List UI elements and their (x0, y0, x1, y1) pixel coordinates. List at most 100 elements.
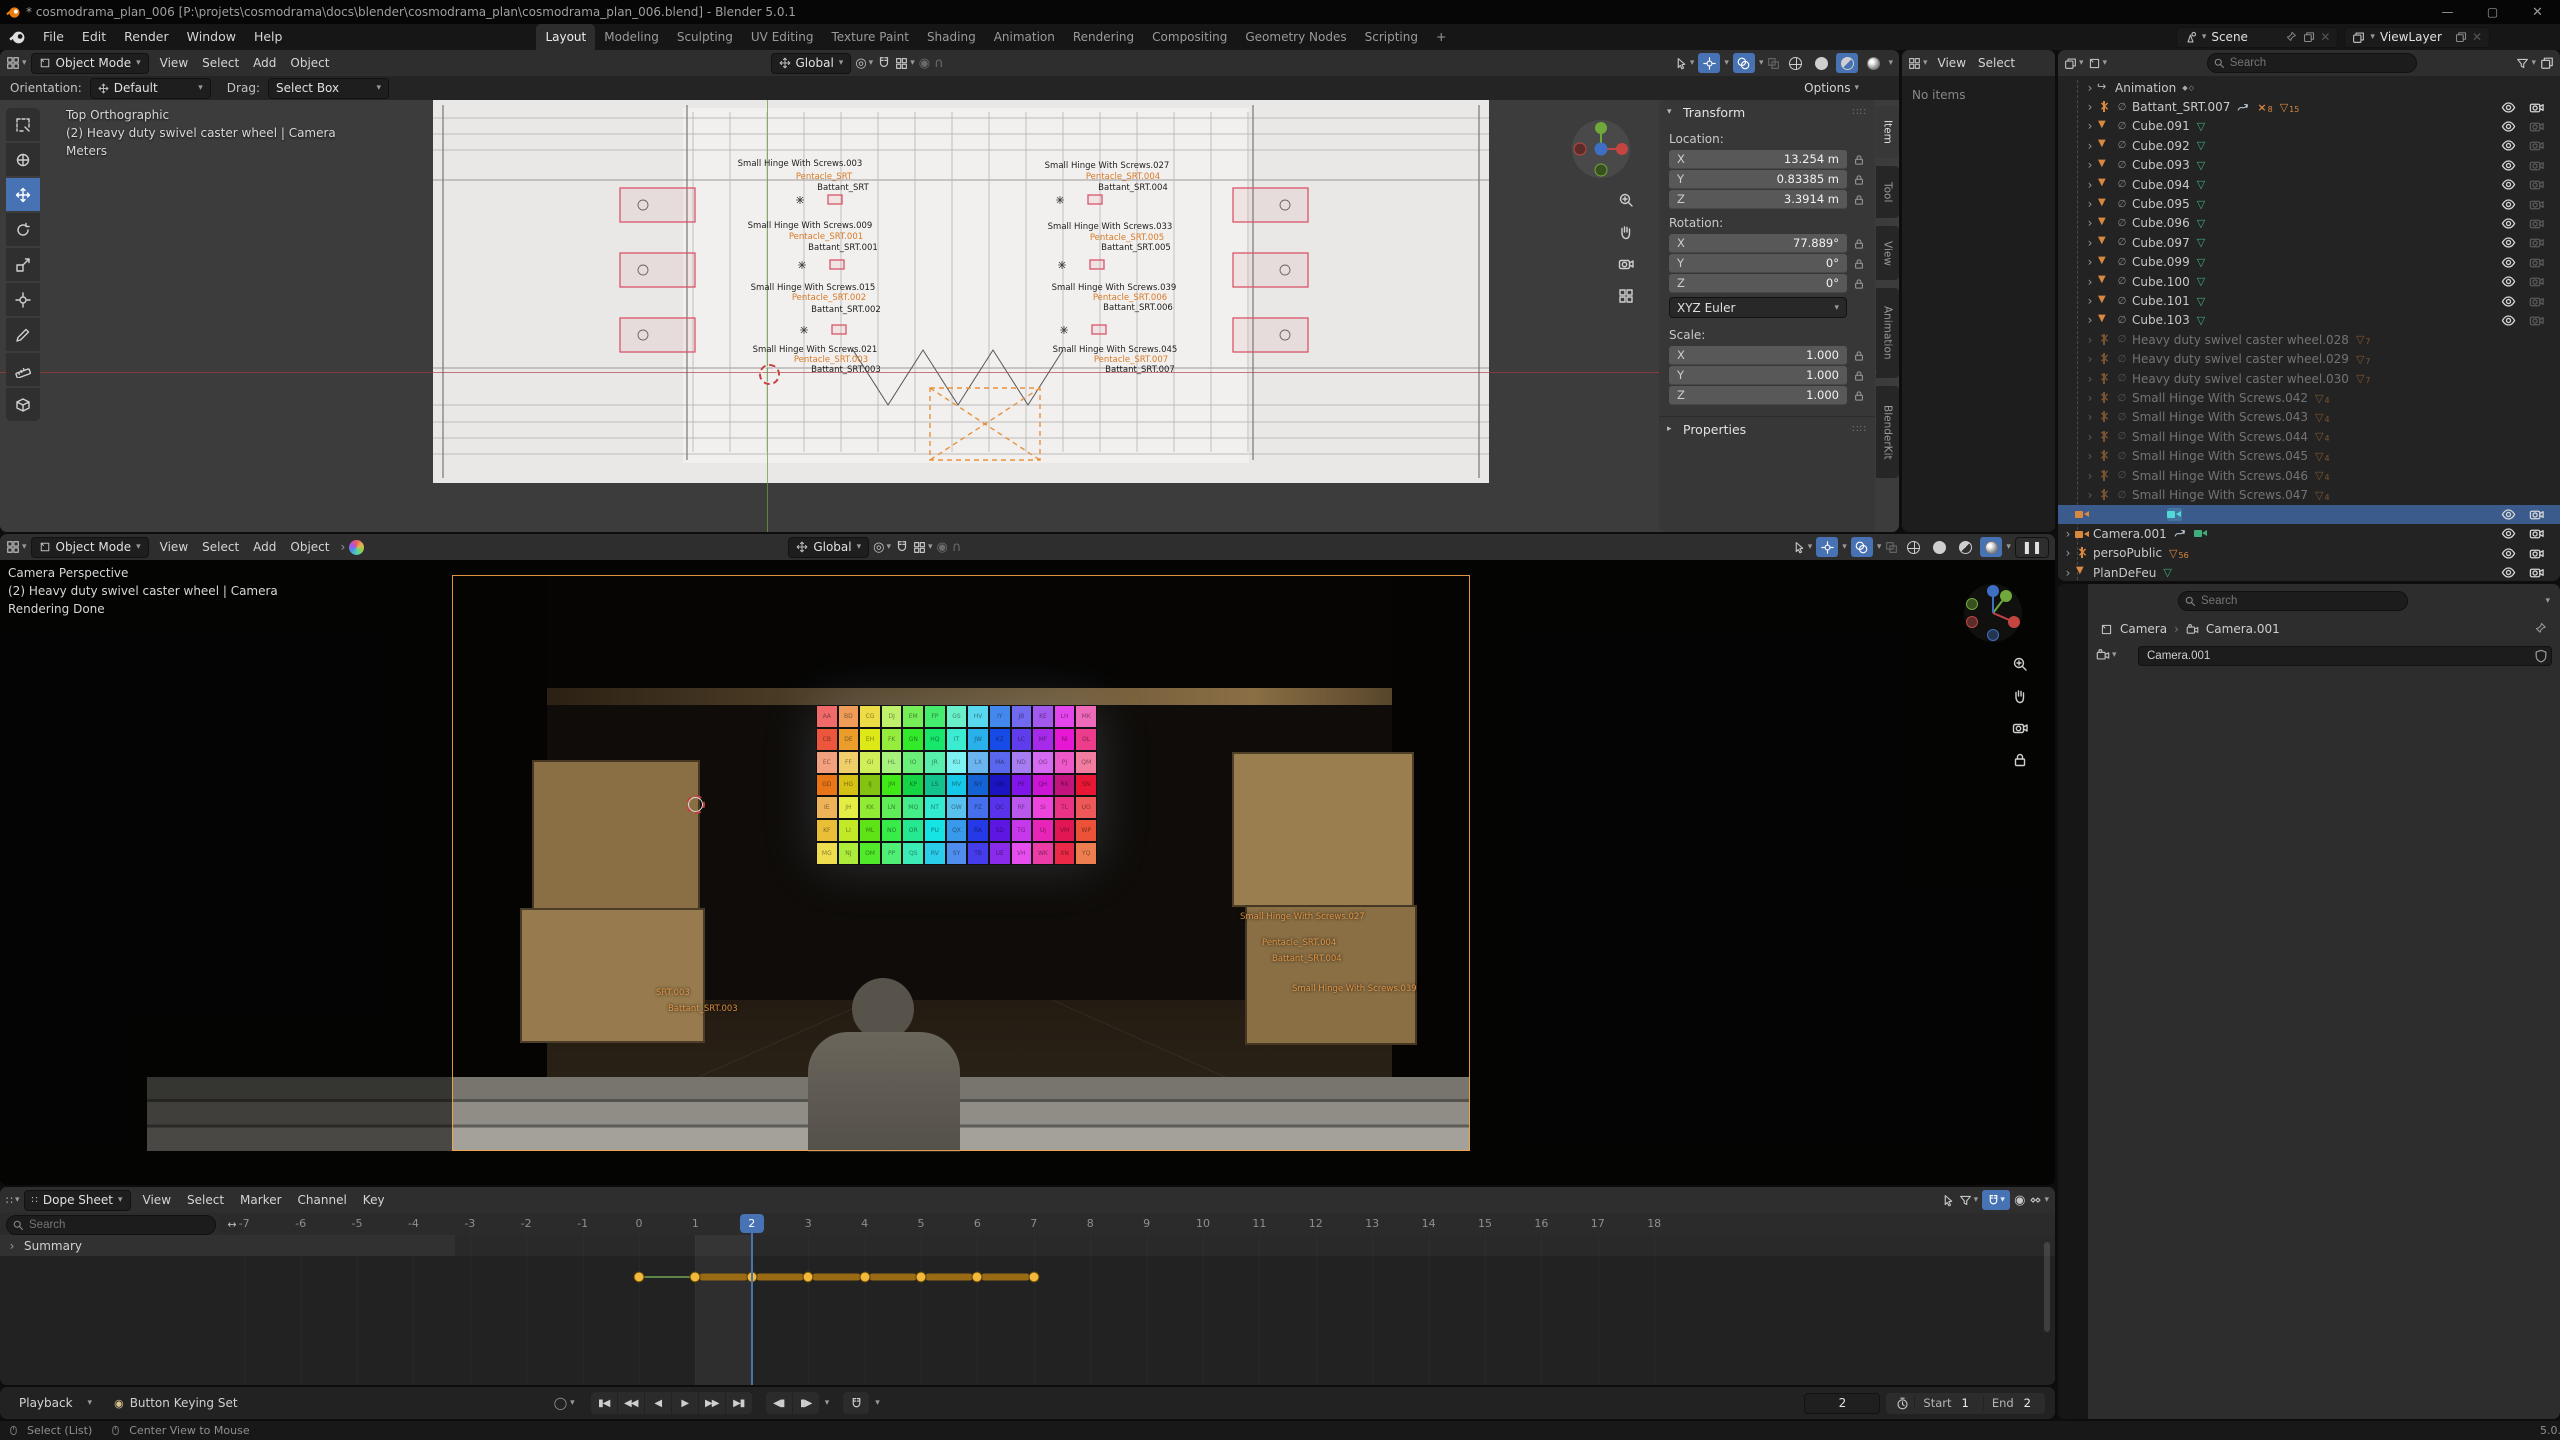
outliner-row[interactable]: › ∅ persoPublic 56 (2058, 544, 2560, 563)
close-button[interactable]: ✕ (2515, 0, 2560, 24)
outliner-row[interactable]: › ∅ Cube.103 (2058, 311, 2560, 330)
viewport-camera-canvas[interactable]: AABDCGDJEMFPGSHVIYJBKELHMKCBDEEHFKGNHQIT… (0, 560, 2055, 1185)
keying-set-label[interactable]: Button Keying Set (130, 1396, 238, 1410)
lock-icon[interactable] (1853, 278, 1865, 290)
outliner-row[interactable]: › ∅ Cube.094 (2058, 175, 2560, 194)
editor-type-icon[interactable]: ▾ (6, 540, 27, 554)
selectability-dropdown[interactable]: ▾ (1675, 57, 1695, 70)
hide-eye-toggle[interactable] (2501, 313, 2516, 328)
outliner-row[interactable]: › ∅ PlanDeFeu (2058, 563, 2560, 581)
properties-panel-collapse[interactable]: ▸ (1667, 424, 1677, 434)
scene-selector[interactable]: ▾ Scene ✕ (2176, 27, 2339, 48)
hide-eye-toggle[interactable] (2501, 197, 2516, 212)
tool-rotate[interactable] (6, 213, 40, 246)
hide-eye-toggle[interactable] (2501, 158, 2516, 173)
lock-view-icon[interactable] (2012, 752, 2028, 768)
render-pause-button[interactable]: ❚❚ (2015, 537, 2049, 558)
outliner-row[interactable]: › ∅ Cube.101 (2058, 291, 2560, 310)
tool-select-box[interactable] (6, 108, 40, 141)
shading-material-button[interactable] (1836, 53, 1858, 73)
shading-rendered-button[interactable] (1862, 53, 1884, 73)
viewport-menu-item[interactable]: Add (246, 50, 283, 76)
topbar-menu-item[interactable]: Render (115, 24, 178, 50)
tool-add-cube[interactable] (6, 388, 40, 421)
tool-transform[interactable] (6, 283, 40, 316)
shading-wireframe-button[interactable] (1784, 53, 1806, 73)
render-visibility-toggle[interactable] (2529, 546, 2544, 561)
dopesheet-menu-item[interactable]: Marker (232, 1187, 289, 1213)
shading-dropdown[interactable]: ▾ (2006, 542, 2011, 552)
lock-icon[interactable] (1853, 194, 1865, 206)
transform-value-field[interactable]: Y1.000 (1669, 366, 1847, 385)
viewport-menu-item[interactable]: Select (195, 534, 246, 560)
outliner-row[interactable]: › ∅ Animation ◆◇ (2058, 78, 2560, 97)
lock-icon[interactable] (1853, 174, 1865, 186)
transport-button[interactable]: ◀◀ (618, 1392, 644, 1414)
transform-value-field[interactable]: Z1.000 (1669, 386, 1847, 405)
topbar-menu-item[interactable]: Window (178, 24, 245, 50)
snap-toggle[interactable] (877, 56, 891, 70)
render-visibility-toggle[interactable] (2529, 235, 2544, 250)
tool-cursor[interactable] (6, 143, 40, 176)
maximize-button[interactable]: ▢ (2470, 0, 2515, 24)
breadcrumb-object[interactable]: Camera (2120, 622, 2167, 636)
lock-icon[interactable] (1853, 350, 1865, 362)
shield-icon[interactable] (2534, 649, 2548, 663)
outliner[interactable]: ▾ ▾ ▾ › ∅ Animation ◆◇ (2058, 50, 2560, 581)
overlays-dropdown[interactable]: ▾ (1877, 542, 1882, 552)
editor-menu-item[interactable]: Select (1972, 50, 2021, 76)
sidebar-tab[interactable]: Animation (1876, 288, 1899, 378)
shading-wireframe-button[interactable] (1902, 537, 1924, 557)
shading-rendered-button[interactable] (1980, 537, 2002, 557)
viewport-top-canvas[interactable]: Small Hinge With Screws.003Pentacle_SRTB… (0, 100, 1899, 532)
xray-toggle[interactable] (1885, 541, 1898, 554)
end-frame-field[interactable]: 2 (2022, 1396, 2041, 1410)
camera-frame[interactable] (452, 575, 1470, 1151)
viewlayer-selector[interactable]: ▾ ViewLayer ✕ (2344, 27, 2490, 48)
navigation-gizmo[interactable] (1570, 118, 1632, 180)
workspace-tab[interactable]: Modeling (595, 24, 668, 50)
outliner-row[interactable]: › ∅ Cube.099 (2058, 253, 2560, 272)
render-visibility-toggle[interactable] (2529, 565, 2544, 580)
drag-selector[interactable]: Select Box▾ (268, 78, 389, 99)
outliner-row[interactable]: › ∅ Small Hinge With Screws.044 4 (2058, 427, 2560, 446)
frame-step-dropdown[interactable]: ▾ (825, 1398, 830, 1408)
expand-arrow[interactable]: › (6, 1239, 18, 1253)
render-visibility-toggle[interactable] (2529, 158, 2544, 173)
snap-dropdown[interactable]: ▾ (875, 1398, 880, 1408)
mode-selector[interactable]: Object Mode▾ (31, 537, 149, 558)
xray-toggle[interactable] (1767, 57, 1780, 70)
hide-eye-toggle[interactable] (2501, 526, 2516, 541)
display-mode-selector[interactable]: ▾ (2088, 57, 2108, 70)
rotation-mode-selector[interactable]: XYZ Euler▾ (1669, 297, 1847, 318)
hide-eye-toggle[interactable] (2501, 119, 2516, 134)
outliner-row[interactable]: › ∅ Cube.092 (2058, 136, 2560, 155)
keyframe-type-icon[interactable]: ▾ (2029, 1194, 2049, 1207)
new-collection-icon[interactable] (2540, 56, 2554, 70)
transport-button[interactable]: ▶▶ (699, 1392, 725, 1414)
transform-value-field[interactable]: Z0° (1669, 274, 1847, 293)
frame-step-button[interactable]: ▮▶ (793, 1392, 819, 1414)
hide-eye-toggle[interactable] (2501, 565, 2516, 580)
hide-eye-toggle[interactable] (2501, 274, 2516, 289)
shading-dropdown[interactable]: ▾ (1888, 58, 1893, 68)
transform-value-field[interactable]: Y0.83385 m (1669, 170, 1847, 189)
shading-solid-button[interactable] (1810, 53, 1832, 73)
render-visibility-toggle[interactable] (2529, 274, 2544, 289)
transport-button[interactable]: ◀ (645, 1392, 671, 1414)
outliner-row[interactable]: › ∅ Heavy duty swivel caster wheel.028 7 (2058, 330, 2560, 349)
outliner-row[interactable]: › ∅ Small Hinge With Screws.047 4 (2058, 485, 2560, 504)
pin-icon[interactable] (2535, 622, 2548, 635)
workspace-tab[interactable]: Rendering (1064, 24, 1143, 50)
transform-value-field[interactable]: Y0° (1669, 254, 1847, 273)
datablock-name-field[interactable] (2138, 646, 2552, 666)
viewport-top-orthographic[interactable]: ▾ Object Mode▾ ViewSelectAddObject Globa… (0, 50, 1899, 532)
dopesheet-menu-item[interactable]: View (135, 1187, 179, 1213)
outliner-row[interactable]: › ∅ Small Hinge With Screws.042 4 (2058, 388, 2560, 407)
outliner-row[interactable]: › ∅ Battant_SRT.007 8 15 (2058, 97, 2560, 116)
render-visibility-toggle[interactable] (2529, 100, 2544, 115)
editor-menu-item[interactable]: View (1932, 50, 1972, 76)
viewport-menu-item[interactable]: Object (283, 534, 336, 560)
workspace-tab[interactable]: Animation (985, 24, 1064, 50)
workspace-tab[interactable]: Geometry Nodes (1236, 24, 1355, 50)
